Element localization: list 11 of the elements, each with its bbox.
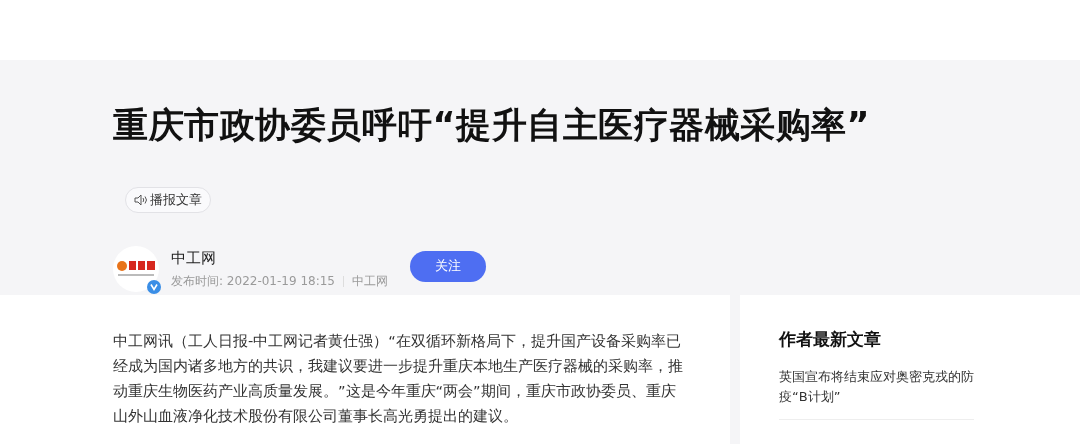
article-title: 重庆市政协委员呼吁“提升自主医疗器械采购率” [113,104,871,147]
listen-button[interactable]: 播报文章 [125,187,211,213]
article-link[interactable]: 英国宣布将结束应对奥密克戎的防疫“B计划” [779,367,974,420]
avatar-logo-drawing [113,246,159,292]
sidebar-title: 作者最新文章 [779,328,882,351]
source-label: 中工网 [352,272,388,290]
follow-button[interactable]: 关注 [410,250,486,282]
publish-time: 发布时间: 2022-01-19 18:15 [171,272,335,290]
speaker-icon [134,194,148,206]
body-paragraph: 中工网讯（工人日报-中工网记者黄仕强）“在双循环新格局下，提升国产设备采购率已经成为国内诸多地方的共识，我建议要进一步提升重庆本地生产医疗器械的采购率，推动重庆生物医药产业高质量发展。”这是今年重庆“两会”期间，重庆市政协委员、重庆山外山血液净化技术股份有限公司董事长高光勇提出的建议。 [113,331,684,426]
author-name[interactable]: 中工网 [171,248,388,268]
